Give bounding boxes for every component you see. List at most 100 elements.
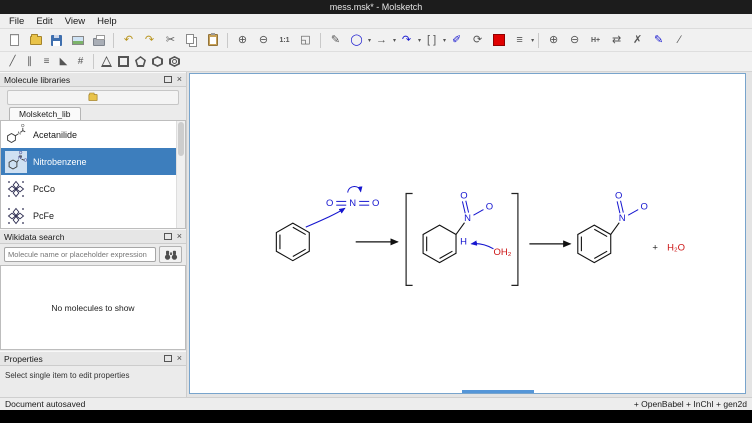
cut-button[interactable]: ✂ [161,31,180,50]
paste-button[interactable] [203,31,222,50]
nitrobenzene-thumbnail: N O O [5,151,27,173]
line-width-dropdown-caret-icon[interactable]: ▾ [531,37,534,44]
properties-hint: Select single item to edit properties [0,366,186,385]
lasso-icon: ◯ [350,35,362,46]
bracket-left[interactable] [406,194,412,286]
draw-mode-button[interactable]: ✎ [326,31,345,50]
library-scrollbar-thumb[interactable] [178,122,184,156]
draw-pen-button[interactable]: ✎ [649,31,668,50]
hexagon-ring-icon [152,56,163,67]
hash-bond-button[interactable]: # [73,54,88,69]
statusbar: Document autosaved + OpenBabel + InChI +… [0,397,752,410]
mechanism-arrow-deprotonation[interactable] [471,244,493,249]
plus-sign: + [652,241,658,252]
open-document-button[interactable] [26,31,45,50]
bracket-dropdown-caret-icon[interactable]: ▾ [443,37,446,44]
nitronium-ion[interactable]: O N O [326,186,379,207]
delete-cross-icon: ✗ [633,35,642,46]
list-item-acetanilide[interactable]: N O Acetanilide [1,121,185,148]
curved-arrow-icon: ↷ [402,35,411,46]
mechanism-arrow-attack[interactable] [306,208,345,227]
double-bond-button[interactable]: ∥ [22,54,37,69]
list-item-nitrobenzene[interactable]: N O O Nitrobenzene [1,148,185,175]
charge-minus-button[interactable]: ⊖ [565,31,584,50]
bond-ring-toolbar: ╱ ∥ ≡ ◣ # [0,52,752,72]
curved-arrow-button[interactable]: ↷ [397,31,416,50]
library-scrollbar[interactable] [176,121,185,228]
line-width-button[interactable]: ≡ [510,31,529,50]
color-picker-button[interactable] [489,31,508,50]
rotate-button[interactable]: ⟳ [468,31,487,50]
dock-float-icon[interactable] [164,355,172,362]
reaction-arrow-button[interactable]: → [372,31,391,50]
lasso-select-button[interactable]: ◯ [347,31,366,50]
single-bond-button[interactable]: ╱ [5,54,20,69]
undo-icon: ↶ [124,35,133,46]
status-message: Document autosaved [5,399,634,409]
properties-dock-header: Properties × [0,351,186,366]
list-item-pcco[interactable]: PcCo [1,175,185,202]
cyclopropane-button[interactable] [99,54,114,69]
mechanism-arrow-button[interactable]: ✐ [447,31,466,50]
cyclobutane-button[interactable] [116,54,131,69]
pencil-icon: ✎ [331,35,340,46]
binoculars-icon [163,249,179,261]
dock-close-icon[interactable]: × [177,232,182,241]
menu-view[interactable]: View [59,16,91,27]
benzene-button[interactable] [167,54,182,69]
cyclohexane-button[interactable] [150,54,165,69]
tab-molsketch-lib[interactable]: Molsketch_lib [9,107,81,120]
mechanism-pen-icon: ✐ [452,35,461,46]
erase-button[interactable]: ∕ [670,31,689,50]
thumb-atom-o: O [24,157,27,162]
toolbar-separator [320,33,321,48]
dock-float-icon[interactable] [164,76,172,83]
atom-label-o: O [326,197,333,208]
copy-button[interactable] [182,31,201,50]
molsketch-window: mess.msk* - Molsketch File Edit View Hel… [0,0,752,423]
zoom-fit-button[interactable]: ◱ [296,31,315,50]
color-swatch-icon [493,34,505,46]
bracket-button[interactable]: [ ] [422,31,441,50]
thumb-atom-n: N [18,155,21,160]
dock-close-icon[interactable]: × [177,354,182,363]
add-hydrogen-button[interactable]: H+ [586,31,605,50]
zoom-out-button[interactable]: ⊖ [254,31,273,50]
wedge-bond-button[interactable]: ◣ [56,54,71,69]
zoom-in-button[interactable]: ⊕ [233,31,252,50]
redo-button[interactable]: ↷ [140,31,159,50]
undo-button[interactable]: ↶ [119,31,138,50]
save-document-button[interactable] [47,31,66,50]
cyclopentane-button[interactable] [133,54,148,69]
new-document-button[interactable] [5,31,24,50]
flip-button[interactable]: ⇄ [607,31,626,50]
wikidata-search-button[interactable] [159,246,182,263]
library-toolbar-button[interactable] [7,90,179,105]
dock-close-icon[interactable]: × [177,75,182,84]
thumb-atom-n: N [18,130,21,135]
wikidata-search-input[interactable] [4,247,156,262]
mechanism-arrow-curl[interactable] [348,186,361,192]
drawing-canvas[interactable]: O N O [189,73,746,394]
triple-bond-button[interactable]: ≡ [39,54,54,69]
menu-edit[interactable]: Edit [30,16,58,27]
arenium-intermediate[interactable]: N O O H OH₂ [423,189,512,262]
benzene-ring-icon [169,56,180,67]
charge-plus-button[interactable]: ⊕ [544,31,563,50]
canvas-hscrollbar-thumb[interactable] [462,390,534,393]
export-image-button[interactable] [68,31,87,50]
delete-button[interactable]: ✗ [628,31,647,50]
menu-file[interactable]: File [3,16,30,27]
zoom-original-button[interactable]: 1:1 [275,31,294,50]
list-item-label: Acetanilide [33,130,77,140]
print-button[interactable] [89,31,108,50]
atom-label-o: O [486,200,493,211]
menu-help[interactable]: Help [91,16,123,27]
reactant-benzene[interactable] [276,223,309,261]
dock-float-icon[interactable] [164,233,172,240]
titlebar: mess.msk* - Molsketch [0,0,752,14]
bracket-right[interactable] [511,194,517,286]
list-item-pcfe[interactable]: PcFe [1,202,185,229]
draw-pen-icon: ✎ [654,35,663,46]
product-nitrobenzene[interactable]: N O O [578,189,648,262]
